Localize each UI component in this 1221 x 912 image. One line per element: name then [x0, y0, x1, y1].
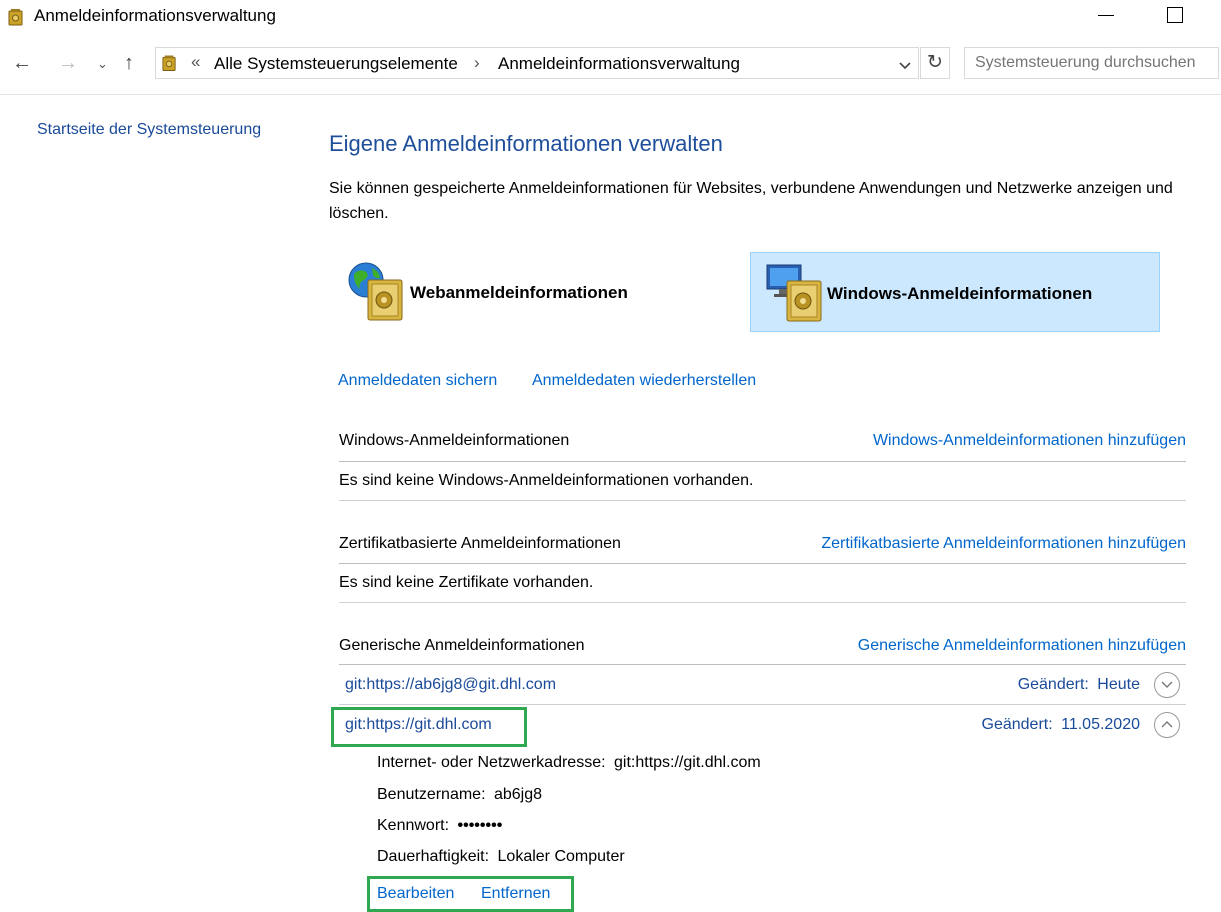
add-windows-credential-link[interactable]: Windows-Anmeldeinformationen hinzufügen: [873, 432, 1186, 450]
add-generic-credential-link[interactable]: Generische Anmeldeinformationen hinzufüg…: [858, 637, 1186, 655]
credential-modified: Geändert: 11.05.2020: [982, 716, 1141, 734]
divider: [339, 704, 1186, 705]
refresh-button[interactable]: ↻: [920, 47, 950, 79]
back-button[interactable]: ←: [12, 52, 32, 75]
up-button[interactable]: ↑: [124, 52, 134, 75]
divider: [339, 500, 1186, 501]
title-bar: Anmeldeinformationsverwaltung: [0, 0, 1221, 34]
chevron-up-icon: [1161, 721, 1173, 728]
tile-windows-label: Windows-Anmeldeinformationen: [827, 284, 1093, 303]
remove-credential-link[interactable]: Entfernen: [481, 885, 550, 903]
backup-credentials-link[interactable]: Anmeldedaten sichern: [338, 372, 497, 390]
expand-button[interactable]: [1154, 672, 1180, 698]
breadcrumb-item-all-control-panel[interactable]: Alle Systemsteuerungselemente: [214, 54, 458, 74]
collapse-button[interactable]: [1154, 712, 1180, 738]
detail-value: ab6jg8: [493, 786, 543, 803]
address-dropdown-chevron-down-icon[interactable]: [898, 59, 912, 73]
modified-value: 11.05.2020: [1061, 716, 1140, 733]
recent-locations-chevron-down-icon[interactable]: ⌄: [97, 56, 108, 72]
modified-value: Heute: [1097, 676, 1140, 693]
empty-message-windows: Es sind keine Windows-Anmeldeinformation…: [339, 472, 754, 489]
edit-credential-link[interactable]: Bearbeiten: [377, 885, 454, 903]
credential-modified: Geändert: Heute: [1018, 676, 1140, 694]
tile-windows-credentials[interactable]: Windows-Anmeldeinformationen: [750, 252, 1160, 332]
tile-web-label: Webanmeldeinformationen: [410, 283, 628, 302]
forward-button[interactable]: →: [58, 52, 78, 75]
detail-label: Dauerhaftigkeit:: [377, 848, 490, 865]
divider: [0, 94, 1221, 95]
divider: [339, 563, 1186, 564]
detail-persistence: Dauerhaftigkeit: Lokaler Computer: [377, 848, 625, 866]
divider: [339, 664, 1186, 665]
credential-name[interactable]: git:https://git.dhl.com: [345, 716, 492, 734]
windows-credentials-icon: [766, 264, 822, 322]
credential-manager-icon: [162, 55, 176, 71]
window-title: Anmeldeinformationsverwaltung: [34, 6, 276, 25]
maximize-button[interactable]: [1167, 7, 1183, 23]
detail-label: Kennwort:: [377, 817, 450, 834]
page-title: Eigene Anmeldeinformationen verwalten: [329, 131, 723, 156]
detail-value: ••••••••: [457, 817, 503, 834]
detail-label: Benutzername:: [377, 786, 486, 803]
credential-name[interactable]: git:https://ab6jg8@git.dhl.com: [345, 676, 556, 694]
chevron-down-icon: [1161, 681, 1173, 688]
credential-manager-icon: [8, 9, 23, 26]
detail-password: Kennwort: ••••••••: [377, 817, 502, 835]
detail-label: Internet- oder Netzwerkadresse:: [377, 754, 606, 771]
restore-credentials-link[interactable]: Anmeldedaten wiederherstellen: [532, 372, 756, 390]
address-bar[interactable]: « Alle Systemsteuerungselemente › Anmeld…: [155, 47, 919, 79]
web-credentials-icon: [348, 262, 403, 321]
page-description: Sie können gespeicherte Anmeldeinformati…: [329, 180, 1173, 222]
minimize-button[interactable]: [1098, 15, 1114, 16]
divider: [339, 461, 1186, 462]
breadcrumb-overflow-icon[interactable]: «: [191, 52, 200, 72]
add-certificate-credential-link[interactable]: Zertifikatbasierte Anmeldeinformationen …: [821, 535, 1186, 553]
breadcrumb-item-credential-manager[interactable]: Anmeldeinformationsverwaltung: [498, 54, 740, 74]
detail-value: Lokaler Computer: [497, 848, 625, 865]
section-heading-certificate: Zertifikatbasierte Anmeldeinformationen: [339, 535, 621, 552]
empty-message-certificate: Es sind keine Zertifikate vorhanden.: [339, 574, 594, 591]
tile-web-credentials[interactable]: Webanmeldeinformationen: [338, 252, 738, 332]
modified-label: Geändert:: [1017, 676, 1089, 693]
search-input[interactable]: [964, 47, 1219, 79]
section-heading-generic: Generische Anmeldeinformationen: [339, 637, 585, 654]
section-heading-windows: Windows-Anmeldeinformationen: [339, 432, 570, 449]
detail-value: git:https://git.dhl.com: [614, 754, 761, 771]
modified-label: Geändert:: [981, 716, 1053, 733]
detail-username: Benutzername: ab6jg8: [377, 786, 542, 804]
divider: [339, 602, 1186, 603]
detail-address: Internet- oder Netzwerkadresse: git:http…: [377, 754, 761, 772]
breadcrumb-separator-icon[interactable]: ›: [474, 53, 480, 73]
sidebar-home-link[interactable]: Startseite der Systemsteuerung: [37, 121, 261, 139]
